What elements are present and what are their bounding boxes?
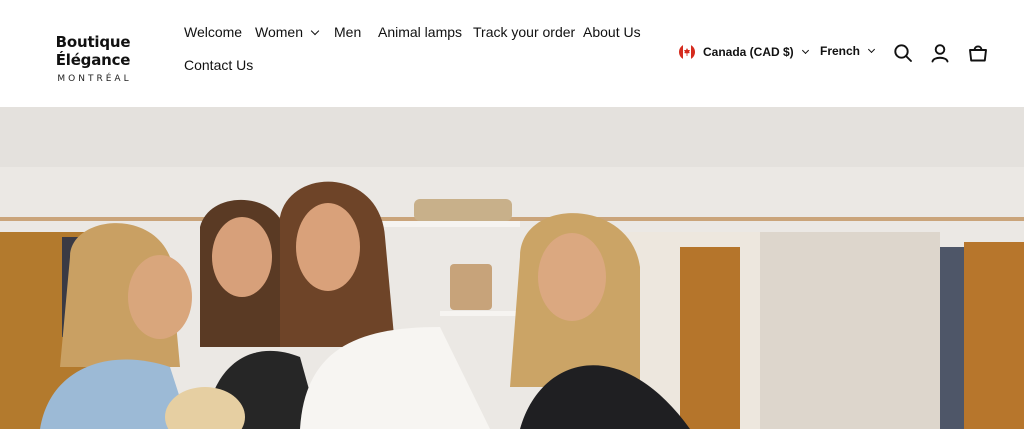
nav-item-welcome[interactable]: Welcome (184, 24, 242, 40)
search-icon[interactable] (893, 43, 913, 63)
user-icon[interactable] (930, 43, 950, 63)
chevron-down-icon (867, 45, 876, 53)
nav-item-men[interactable]: Men (334, 24, 361, 40)
shopping-bag-icon[interactable] (968, 43, 988, 63)
brand-city: MONTRÉAL (57, 74, 132, 84)
nav-item-label: Women (255, 24, 303, 40)
nav-item-label: Men (334, 24, 362, 40)
chevron-down-icon (310, 26, 320, 36)
brand-name: Boutique Élégance (55, 33, 131, 69)
country-selector[interactable]: Canada (CAD $) (679, 44, 809, 60)
language-label: French (820, 44, 861, 58)
site-header: Boutique Élégance MONTRÉAL Welcome Women… (0, 0, 1024, 107)
country-label: Canada (CAD $) (703, 45, 794, 59)
nav-item-label: Track your order (473, 24, 576, 40)
nav-item-label: Welcome (184, 24, 243, 40)
nav-item-label: About Us (583, 24, 641, 40)
hero-photo (0, 107, 1024, 429)
language-selector[interactable]: French (820, 44, 876, 58)
nav-item-label: Animal lamps (378, 24, 463, 40)
brand-logo[interactable]: Boutique Élégance MONTRÉAL (20, 33, 166, 84)
nav-item-track-order[interactable]: Track your order (473, 24, 575, 40)
nav-item-about-us[interactable]: About Us (583, 24, 641, 40)
canada-flag-icon (679, 44, 695, 60)
nav-item-animal-lamps[interactable]: Animal lamps (378, 24, 462, 40)
nav-item-women[interactable]: Women (255, 24, 320, 40)
chevron-down-icon (801, 46, 809, 54)
nav-item-label: Contact Us (184, 57, 254, 73)
nav-item-contact-us[interactable]: Contact Us (184, 57, 253, 73)
hero-image (0, 107, 1024, 429)
